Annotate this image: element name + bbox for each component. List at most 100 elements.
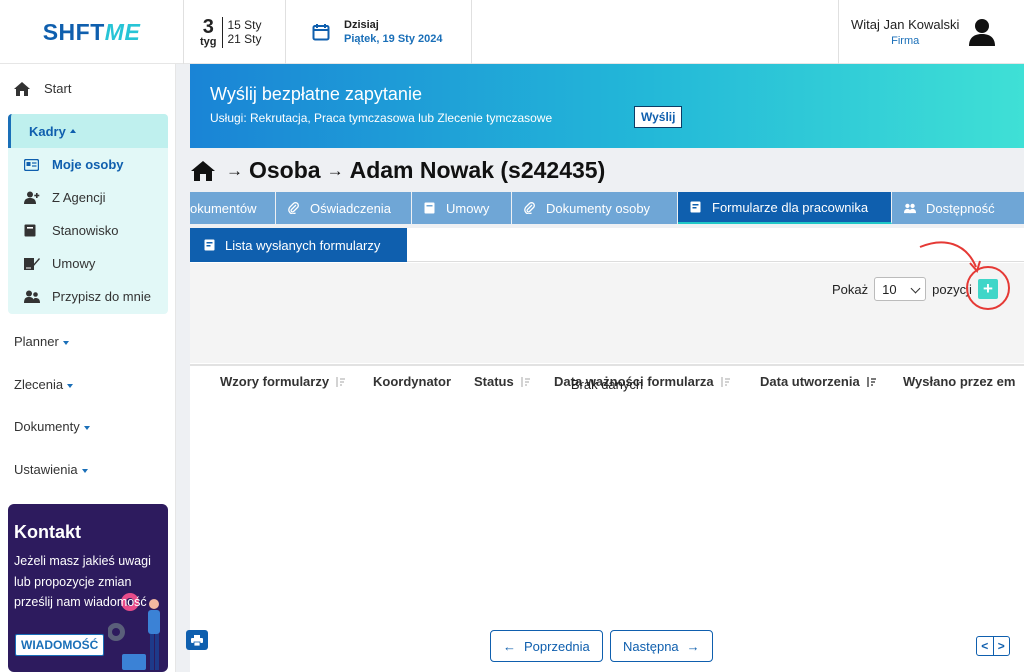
sidebar-item-umowy[interactable]: Umowy xyxy=(24,256,95,271)
users-icon xyxy=(904,202,916,214)
week-indicator[interactable]: 3 tyg 15 Sty 21 Sty xyxy=(184,0,286,64)
caret-down-icon xyxy=(81,468,88,473)
week-start: 15 Sty xyxy=(227,18,262,32)
previous-page-button[interactable]: ← Poprzednia xyxy=(490,630,603,662)
users-icon xyxy=(24,290,40,304)
header-divider xyxy=(190,364,1024,366)
sidebar-item-label: Start xyxy=(44,81,72,96)
sidebar-item-label: Z Agencji xyxy=(52,190,106,205)
table-toolbar: Pokaż 10 pozycji + Wzory formularzy Koor… xyxy=(190,241,1024,389)
tab-umowy[interactable]: Umowy xyxy=(412,192,512,224)
tab-sent-forms-list[interactable]: Lista wysłanych formularzy xyxy=(190,228,407,262)
sidebar-item-z-agencji[interactable]: Z Agencji xyxy=(24,190,105,205)
caret-up-icon xyxy=(69,129,76,133)
arrow-right-icon: → xyxy=(686,638,700,654)
page-size-value: 10 xyxy=(882,281,897,297)
print-icon xyxy=(191,634,203,646)
tab-label: Umowy xyxy=(446,200,490,216)
user-plus-icon xyxy=(24,191,40,205)
sidebar-item-label: Umowy xyxy=(52,256,96,271)
paperclip-icon xyxy=(288,202,300,214)
sidebar-item-label: Stanowisko xyxy=(52,223,119,238)
home-icon xyxy=(14,81,30,96)
contact-card: Kontakt Jeżeli masz jakieś uwagi lub pro… xyxy=(8,504,168,672)
book-icon xyxy=(24,224,40,238)
sidebar-menu-zlecenia[interactable]: Zlecenia xyxy=(14,377,74,392)
today-date: Piątek, 19 Sty 2024 xyxy=(344,33,443,45)
form-icon xyxy=(204,239,215,251)
breadcrumb-person: Adam Nowak (s242435) xyxy=(349,157,606,183)
print-button[interactable] xyxy=(186,630,208,650)
home-icon[interactable] xyxy=(190,160,216,182)
user-avatar-icon xyxy=(969,19,996,46)
scroll-right-button[interactable]: > xyxy=(994,637,1010,655)
tab-label: Dokumenty osoby xyxy=(546,200,651,216)
tab-label: okumentów xyxy=(190,200,257,216)
next-page-button[interactable]: Następna → xyxy=(610,630,713,662)
message-button[interactable]: WIADOMOŚĆ xyxy=(15,634,105,656)
scroll-arrows: < > xyxy=(976,636,1010,656)
sidebar-item-label: Moje osoby xyxy=(52,157,124,172)
arrow-right-icon: → xyxy=(326,160,344,180)
sidebar-menu-ustawienia[interactable]: Ustawienia xyxy=(14,462,88,477)
tab-label: Lista wysłanych formularzy xyxy=(225,237,381,253)
sidebar-item-moje-osoby[interactable]: Moje osoby xyxy=(24,157,124,172)
inquiry-banner: Wyślij bezpłatne zapytanie Usługi: Rekru… xyxy=(190,64,1024,148)
contact-text: Jeżeli masz jakieś uwagi lub propozycje … xyxy=(14,554,151,609)
sidebar-menu-dokumenty[interactable]: Dokumenty xyxy=(14,419,90,434)
sidebar-item-start[interactable]: Start xyxy=(14,81,71,96)
paperclip-icon xyxy=(524,202,536,214)
tab-dokumenty-osoby[interactable]: Dokumenty osoby xyxy=(512,192,678,224)
send-inquiry-button[interactable]: Wyślij xyxy=(634,106,683,128)
user-menu[interactable]: Witaj Jan Kowalski Firma xyxy=(838,0,1024,64)
arrow-left-icon: ← xyxy=(503,638,516,654)
menu-label: Ustawienia xyxy=(14,462,78,477)
sidebar: Start Kadry Moje osoby Z Agencji Stanowi… xyxy=(0,64,176,672)
banner-title: Wyślij bezpłatne zapytanie xyxy=(210,84,422,104)
calendar-icon xyxy=(312,24,330,41)
sidebar-menu-planner[interactable]: Planner xyxy=(14,334,69,349)
signature-icon xyxy=(24,257,40,271)
tab-label: Dostępność xyxy=(926,200,995,216)
top-bar: SHFT ME 3 tyg 15 Sty 21 Sty Dzisiaj Piąte… xyxy=(0,0,1024,64)
caret-down-icon xyxy=(62,340,69,345)
sidebar-item-stanowisko[interactable]: Stanowisko xyxy=(24,223,118,238)
button-label: Poprzednia xyxy=(524,638,590,654)
tab-bar: okumentów Oświadczenia Umowy Dokumenty o… xyxy=(190,192,1024,224)
add-form-button[interactable]: + xyxy=(978,279,998,299)
tab-dostepnosc[interactable]: Dostępność xyxy=(892,192,1024,224)
week-end: 21 Sty xyxy=(227,32,262,46)
book-icon xyxy=(424,202,436,214)
show-label: Pokaż xyxy=(832,281,869,297)
logo-text-part1: SHFT xyxy=(42,18,105,45)
scroll-left-button[interactable]: < xyxy=(977,637,994,655)
today-label: Dzisiaj xyxy=(344,19,379,31)
week-abbr: tyg xyxy=(200,35,217,48)
menu-label: Dokumenty xyxy=(14,419,80,434)
menu-label: Planner xyxy=(14,334,59,349)
logo-text-part2: ME xyxy=(104,18,141,45)
user-greeting: Witaj Jan Kowalski xyxy=(851,17,960,32)
today-indicator[interactable]: Dzisiaj Piątek, 19 Sty 2024 xyxy=(286,0,472,64)
empty-state: Brak danych xyxy=(570,377,644,392)
tab-formularze[interactable]: Formularze dla pracownika xyxy=(678,192,892,224)
subtab-bar: Lista wysłanych formularzy xyxy=(190,228,1024,262)
tab-oswiadczenia[interactable]: Oświadczenia xyxy=(276,192,412,224)
breadcrumb-osoba[interactable]: Osoba xyxy=(249,157,321,184)
forms-panel: Lista wysłanych formularzy Pokaż 10 pozy… xyxy=(190,228,1024,672)
caret-down-icon xyxy=(67,383,74,388)
tab-label: Formularze dla pracownika xyxy=(712,199,869,215)
id-card-icon xyxy=(24,158,40,172)
menu-label: Zlecenia xyxy=(14,377,64,392)
sidebar-item-kadry[interactable]: Kadry xyxy=(8,114,168,148)
button-label: Następna xyxy=(623,638,679,654)
banner-subtitle: Usługi: Rekrutacja, Praca tymczasowa lub… xyxy=(210,111,553,125)
arrow-right-icon: → xyxy=(226,160,243,180)
main-content: Wyślij bezpłatne zapytanie Usługi: Rekru… xyxy=(176,64,1024,672)
sidebar-item-przypisz[interactable]: Przypisz do mnie xyxy=(24,289,151,304)
sidebar-item-label: Przypisz do mnie xyxy=(52,289,151,304)
breadcrumb: → Osoba → Adam Nowak (s242435) xyxy=(190,157,605,184)
tab-dokumentow[interactable]: okumentów xyxy=(190,192,276,224)
form-icon xyxy=(690,201,702,213)
logo[interactable]: SHFT ME xyxy=(0,0,184,64)
